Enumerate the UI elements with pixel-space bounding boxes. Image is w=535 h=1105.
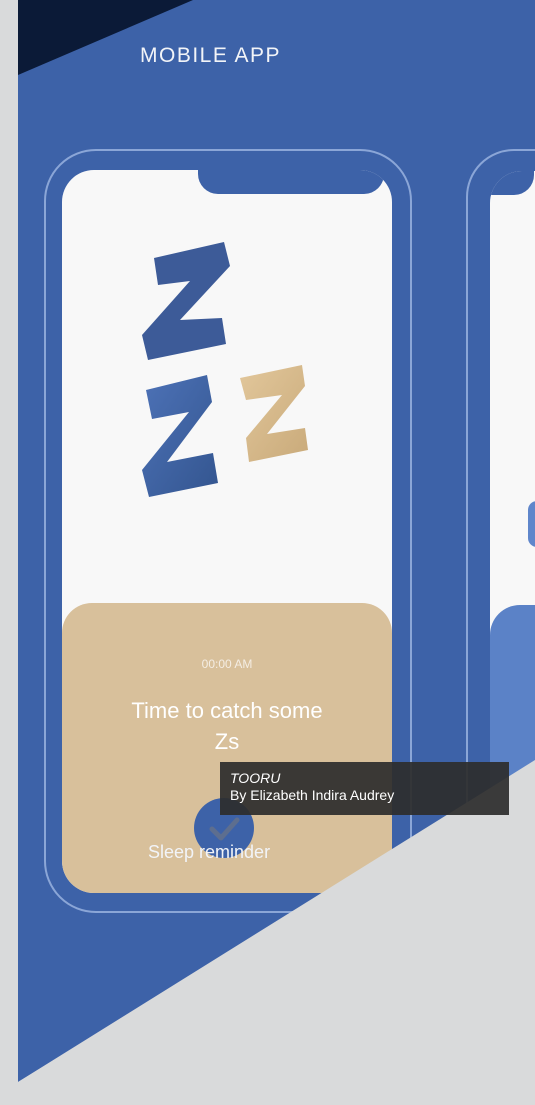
page-title: MOBILE APP — [140, 44, 282, 67]
artwork-credit-tooltip: TOORU By Elizabeth Indira Audrey — [220, 762, 509, 815]
mobile-app-showcase: MOBILE APP 00:00 AM Time to catch some Z… — [0, 0, 535, 1105]
zzz-sleep-icon — [142, 242, 308, 497]
tooltip-author: By Elizabeth Indira Audrey — [230, 787, 395, 803]
second-phone-shape — [528, 501, 535, 547]
reminder-time: 00:00 AM — [201, 657, 253, 671]
reminder-message: Time to catch some Zs — [131, 698, 323, 754]
tooltip-title: TOORU — [230, 770, 281, 786]
sleep-reminder-caption: Sleep reminder — [148, 842, 271, 862]
second-phone-notch — [490, 171, 534, 195]
